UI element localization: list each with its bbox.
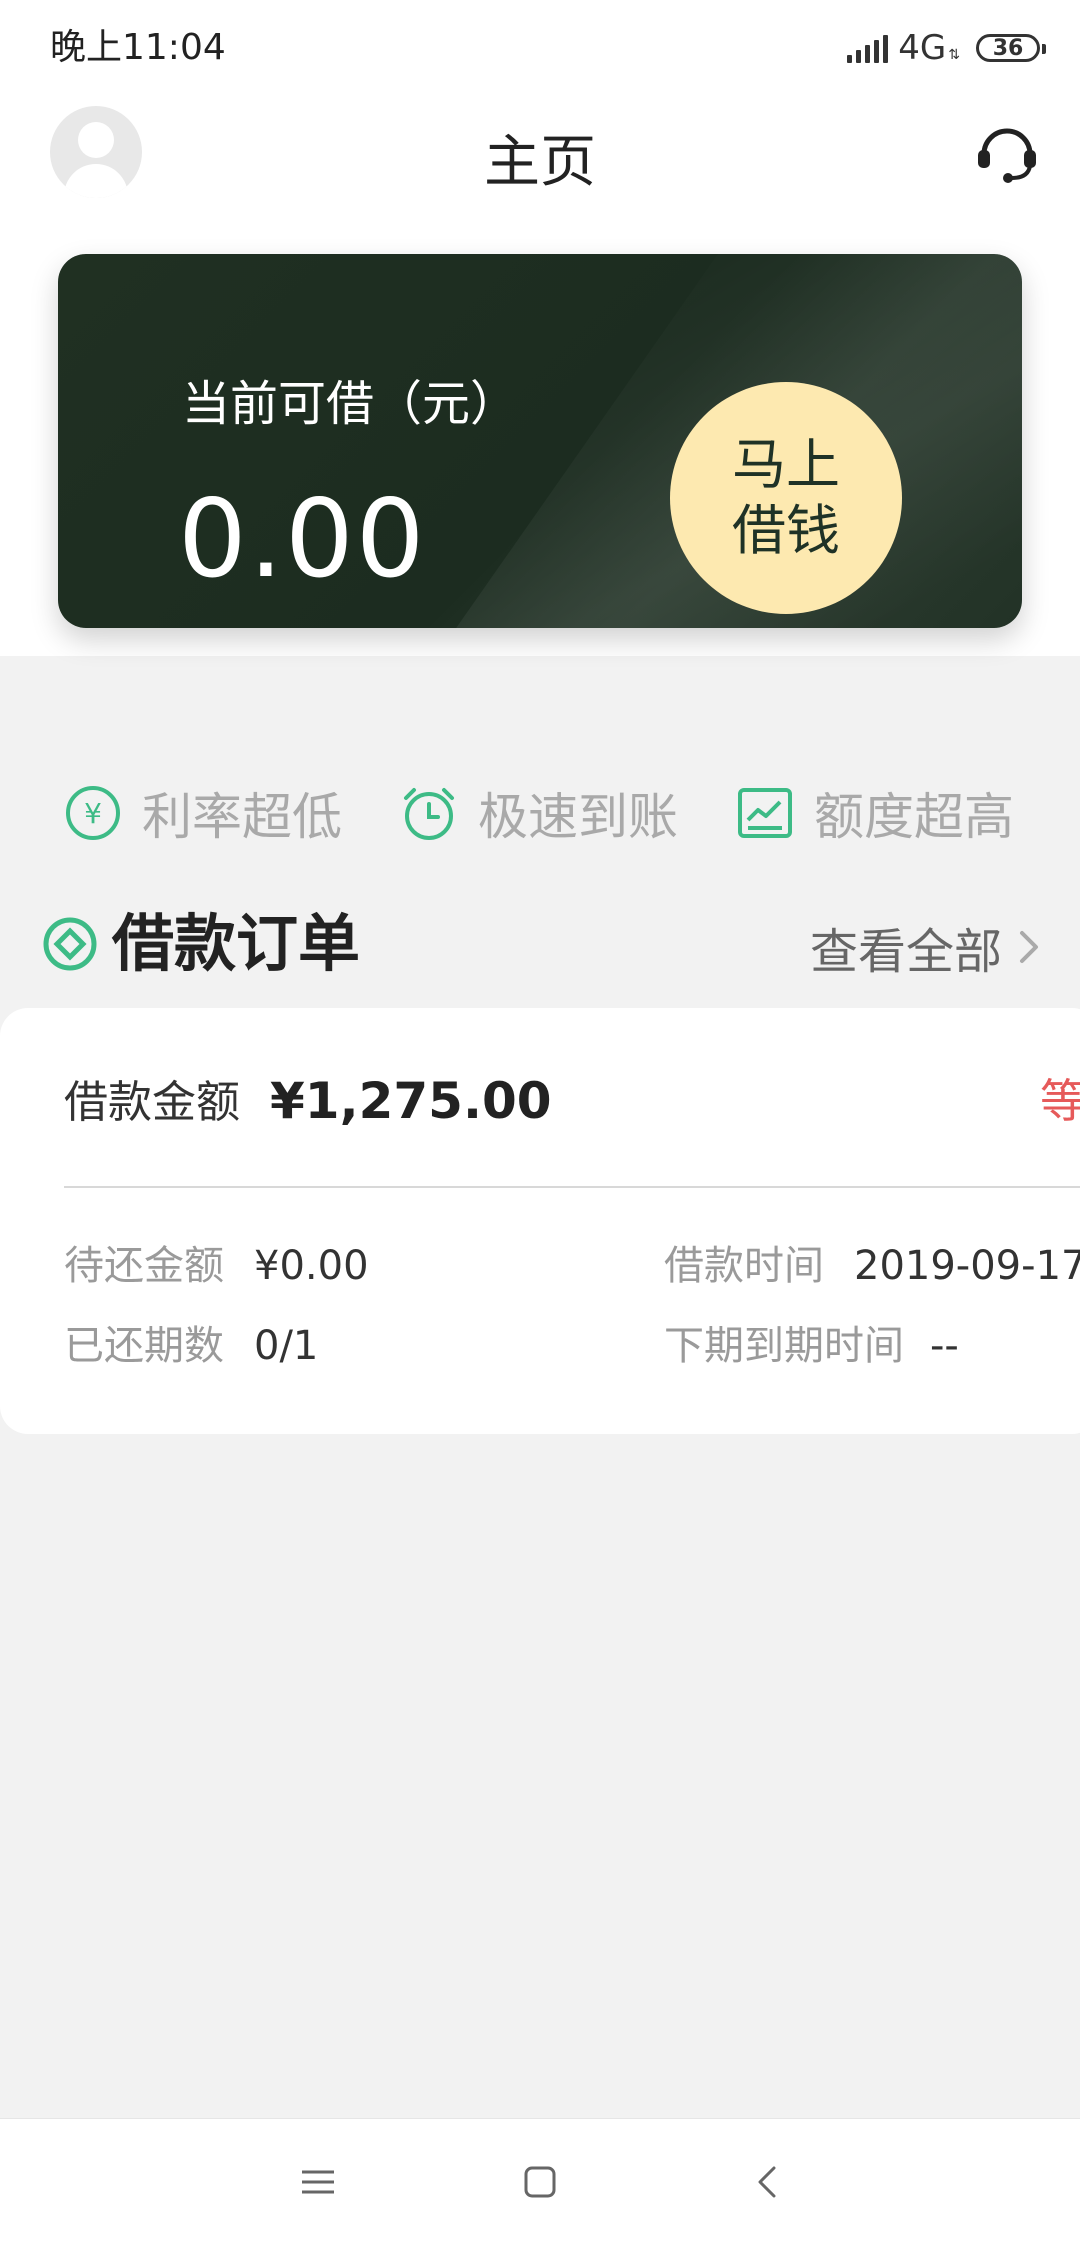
loan-time-label: 借款时间 <box>664 1243 824 1289</box>
svg-text:¥: ¥ <box>84 797 102 830</box>
home-icon[interactable] <box>520 2160 560 2204</box>
feature-low-rate: ¥ 利率超低 <box>64 778 342 848</box>
network-label: 4G <box>898 28 947 68</box>
status-indicators: 4G ⇅ 36 <box>847 26 1046 70</box>
order-status: 等 <box>1040 1074 1080 1128</box>
feature-high-limit: 额度超高 <box>736 778 1014 848</box>
feature-label: 额度超高 <box>814 788 1014 846</box>
menu-icon[interactable] <box>298 2160 338 2204</box>
repaid-periods-label: 已还期数 <box>64 1323 224 1369</box>
alarm-clock-icon <box>404 788 454 840</box>
pending-amount-value: ¥0.00 <box>254 1243 369 1289</box>
next-due-value: -- <box>930 1323 959 1369</box>
loan-time-value: 2019-09-17 2 <box>854 1243 1080 1289</box>
status-time: 晚上11:04 <box>50 27 226 68</box>
available-credit-amount: 0.00 <box>178 477 427 602</box>
repaid-periods-value: 0/1 <box>254 1323 319 1369</box>
signal-icon <box>847 33 889 63</box>
view-all-label: 查看全部 <box>809 924 1002 980</box>
divider <box>64 1186 1080 1188</box>
page-title: 主页 <box>484 130 596 195</box>
data-activity-icon: ⇅ <box>948 47 960 63</box>
borrow-now-button[interactable]: 马上 借钱 <box>670 382 902 614</box>
loan-card: 当前可借（元） 0.00 马上 借钱 <box>58 254 1022 628</box>
next-due-label: 下期到期时间 <box>664 1323 904 1369</box>
pending-amount-label: 待还金额 <box>64 1243 224 1289</box>
customer-service-icon[interactable] <box>972 118 1042 188</box>
battery-level: 36 <box>992 35 1024 61</box>
orders-section-title: 借款订单 <box>112 907 361 980</box>
battery-icon: 36 <box>976 34 1046 62</box>
loan-amount-value: ¥1,275.00 <box>270 1072 552 1130</box>
back-icon[interactable] <box>748 2160 788 2204</box>
chart-up-icon <box>738 788 792 838</box>
view-all-button[interactable]: 查看全部 <box>810 912 1040 982</box>
yen-circle-icon: ¥ <box>66 786 120 840</box>
available-credit-label: 当前可借（元） <box>182 376 519 432</box>
feature-fast-arrival: 极速到账 <box>400 778 678 848</box>
feature-label: 极速到账 <box>478 788 678 846</box>
chevron-right-icon <box>1020 931 1038 963</box>
borrow-button-line2: 借钱 <box>732 499 840 562</box>
borrow-button-line1: 马上 <box>732 433 840 496</box>
loan-amount-label: 借款金额 <box>64 1077 240 1128</box>
orders-diamond-icon <box>43 917 97 971</box>
feature-label: 利率超低 <box>142 788 342 846</box>
